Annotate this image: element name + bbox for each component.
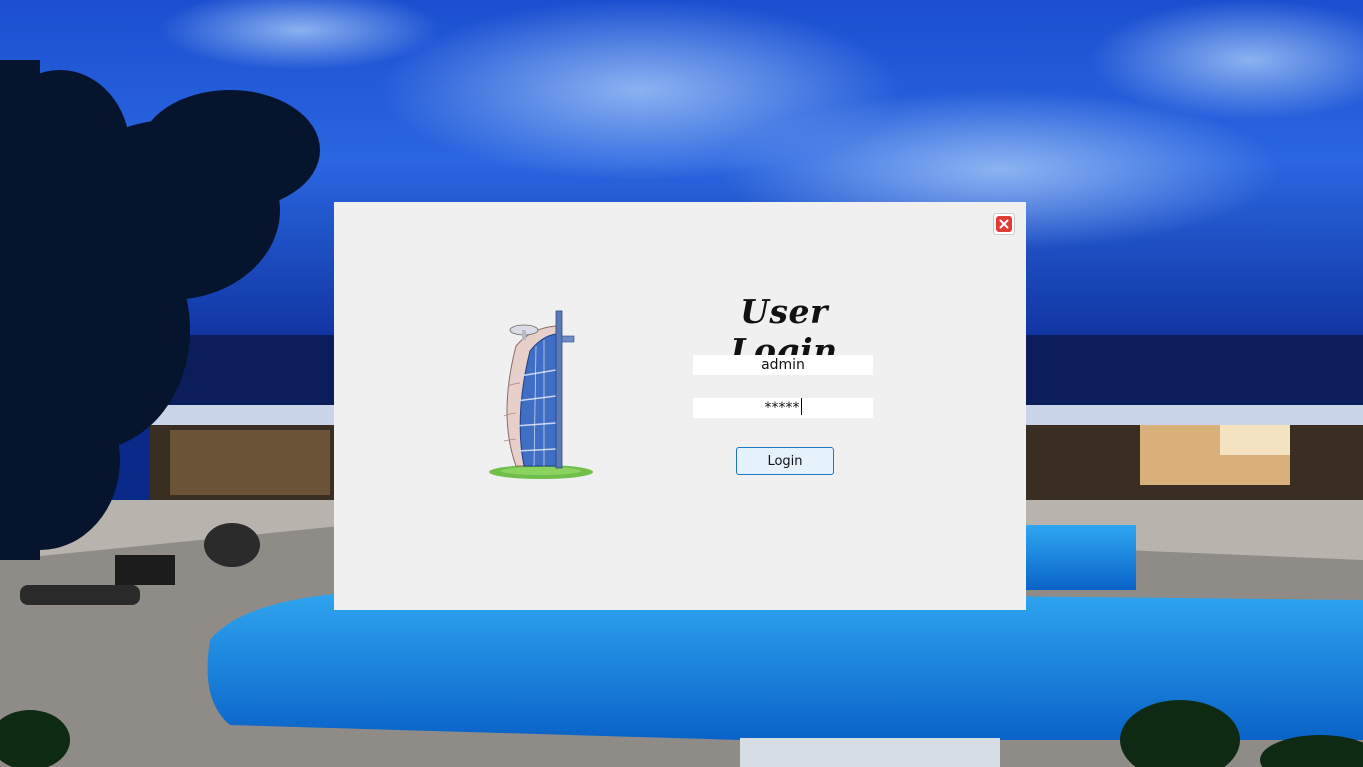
text-caret <box>800 398 802 415</box>
hotel-tower-icon <box>486 306 596 481</box>
password-masked-value: ***** <box>764 400 800 416</box>
username-field[interactable]: admin <box>693 355 873 375</box>
login-button[interactable]: Login <box>736 447 834 475</box>
close-button[interactable] <box>993 213 1015 235</box>
password-field[interactable]: ***** <box>693 398 873 418</box>
close-icon <box>996 216 1012 232</box>
login-dialog: User Login admin ***** Login <box>334 202 1026 610</box>
